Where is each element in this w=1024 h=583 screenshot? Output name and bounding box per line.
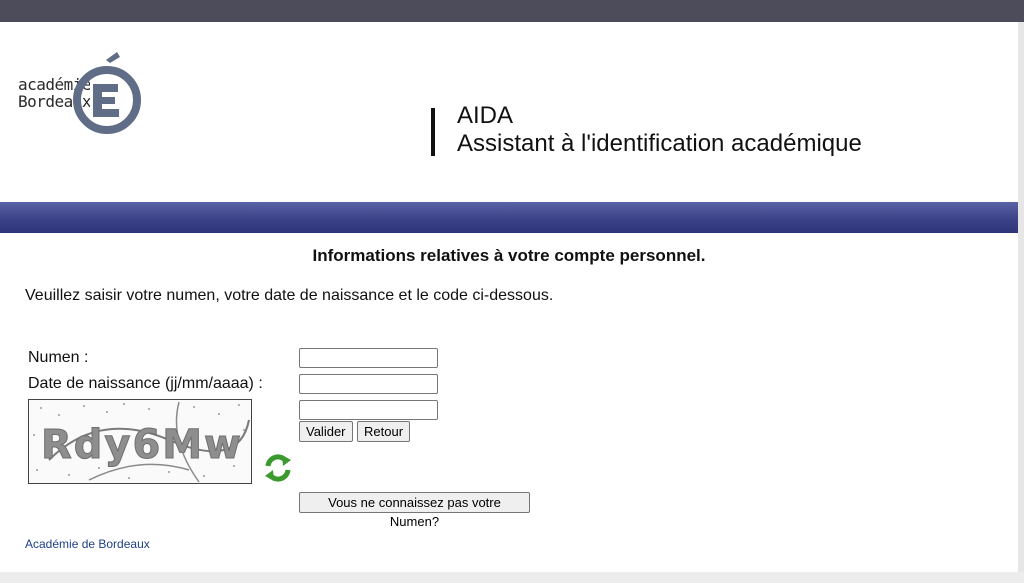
title-divider: [431, 108, 435, 156]
birthdate-label: Date de naissance (jj/mm/aaaa) :: [28, 375, 263, 392]
academie-bordeaux-logo: académie Bordeaux: [18, 48, 148, 140]
birthdate-input[interactable]: [299, 374, 438, 394]
top-bar: [0, 0, 1024, 22]
app-title: AIDA: [457, 102, 514, 129]
captcha-input[interactable]: [299, 400, 438, 420]
academie-e-logo-icon: [73, 52, 141, 134]
forgot-numen-button[interactable]: Vous ne connaissez pas votre Numen?: [299, 492, 530, 529]
numen-label: Numen :: [28, 349, 89, 366]
captcha-image: Rdy6Mw: [28, 399, 252, 484]
header-band: [0, 202, 1018, 233]
numen-input[interactable]: [299, 348, 438, 368]
validate-button[interactable]: Valider: [299, 421, 353, 442]
section-title: Informations relatives à votre compte pe…: [312, 246, 706, 265]
app-subtitle: Assistant à l'identification académique: [457, 130, 862, 157]
page-right-edge: [1018, 22, 1024, 583]
captcha-drawing: Rdy6Mw: [33, 401, 250, 483]
page-bottom-edge: [0, 572, 1024, 583]
back-button[interactable]: Retour: [357, 421, 411, 442]
captcha-text: Rdy6Mw: [41, 422, 241, 468]
footer-academie-link[interactable]: Académie de Bordeaux: [25, 537, 150, 551]
refresh-captcha-icon[interactable]: [262, 452, 294, 484]
instructions-text: Veuillez saisir votre numen, votre date …: [25, 287, 554, 304]
